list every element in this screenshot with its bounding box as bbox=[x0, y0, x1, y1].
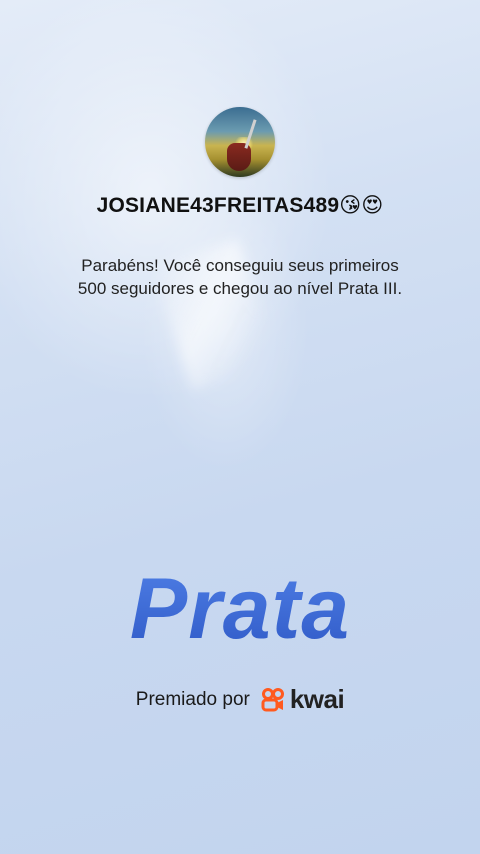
congrats-message-line-1: Parabéns! Você conseguiu seus primeiros bbox=[81, 256, 399, 275]
kwai-wordmark: kwai bbox=[289, 684, 345, 714]
avatar bbox=[205, 107, 275, 177]
level-title: Prata bbox=[0, 560, 480, 659]
username-text: JOSIANE43FREITAS489 bbox=[96, 194, 340, 217]
kwai-logo-icon bbox=[261, 687, 284, 711]
congrats-message-line-2: 500 seguidores e chegou ao nível Prata I… bbox=[77, 279, 403, 298]
sponsor-label: Premiado por bbox=[135, 688, 250, 710]
kwai-logo: kwai bbox=[260, 684, 345, 715]
congrats-message: Parabéns! Você conseguiu seus primeiros … bbox=[30, 254, 450, 300]
achievement-screen: JOSIANE43FREITAS489😘😍 Parabéns! Você con… bbox=[0, 0, 480, 854]
username-emojis: 😘😍 bbox=[339, 193, 384, 217]
username: JOSIANE43FREITAS489😘😍 bbox=[0, 193, 480, 218]
sponsor-credit: Premiado por kwai bbox=[0, 684, 480, 715]
